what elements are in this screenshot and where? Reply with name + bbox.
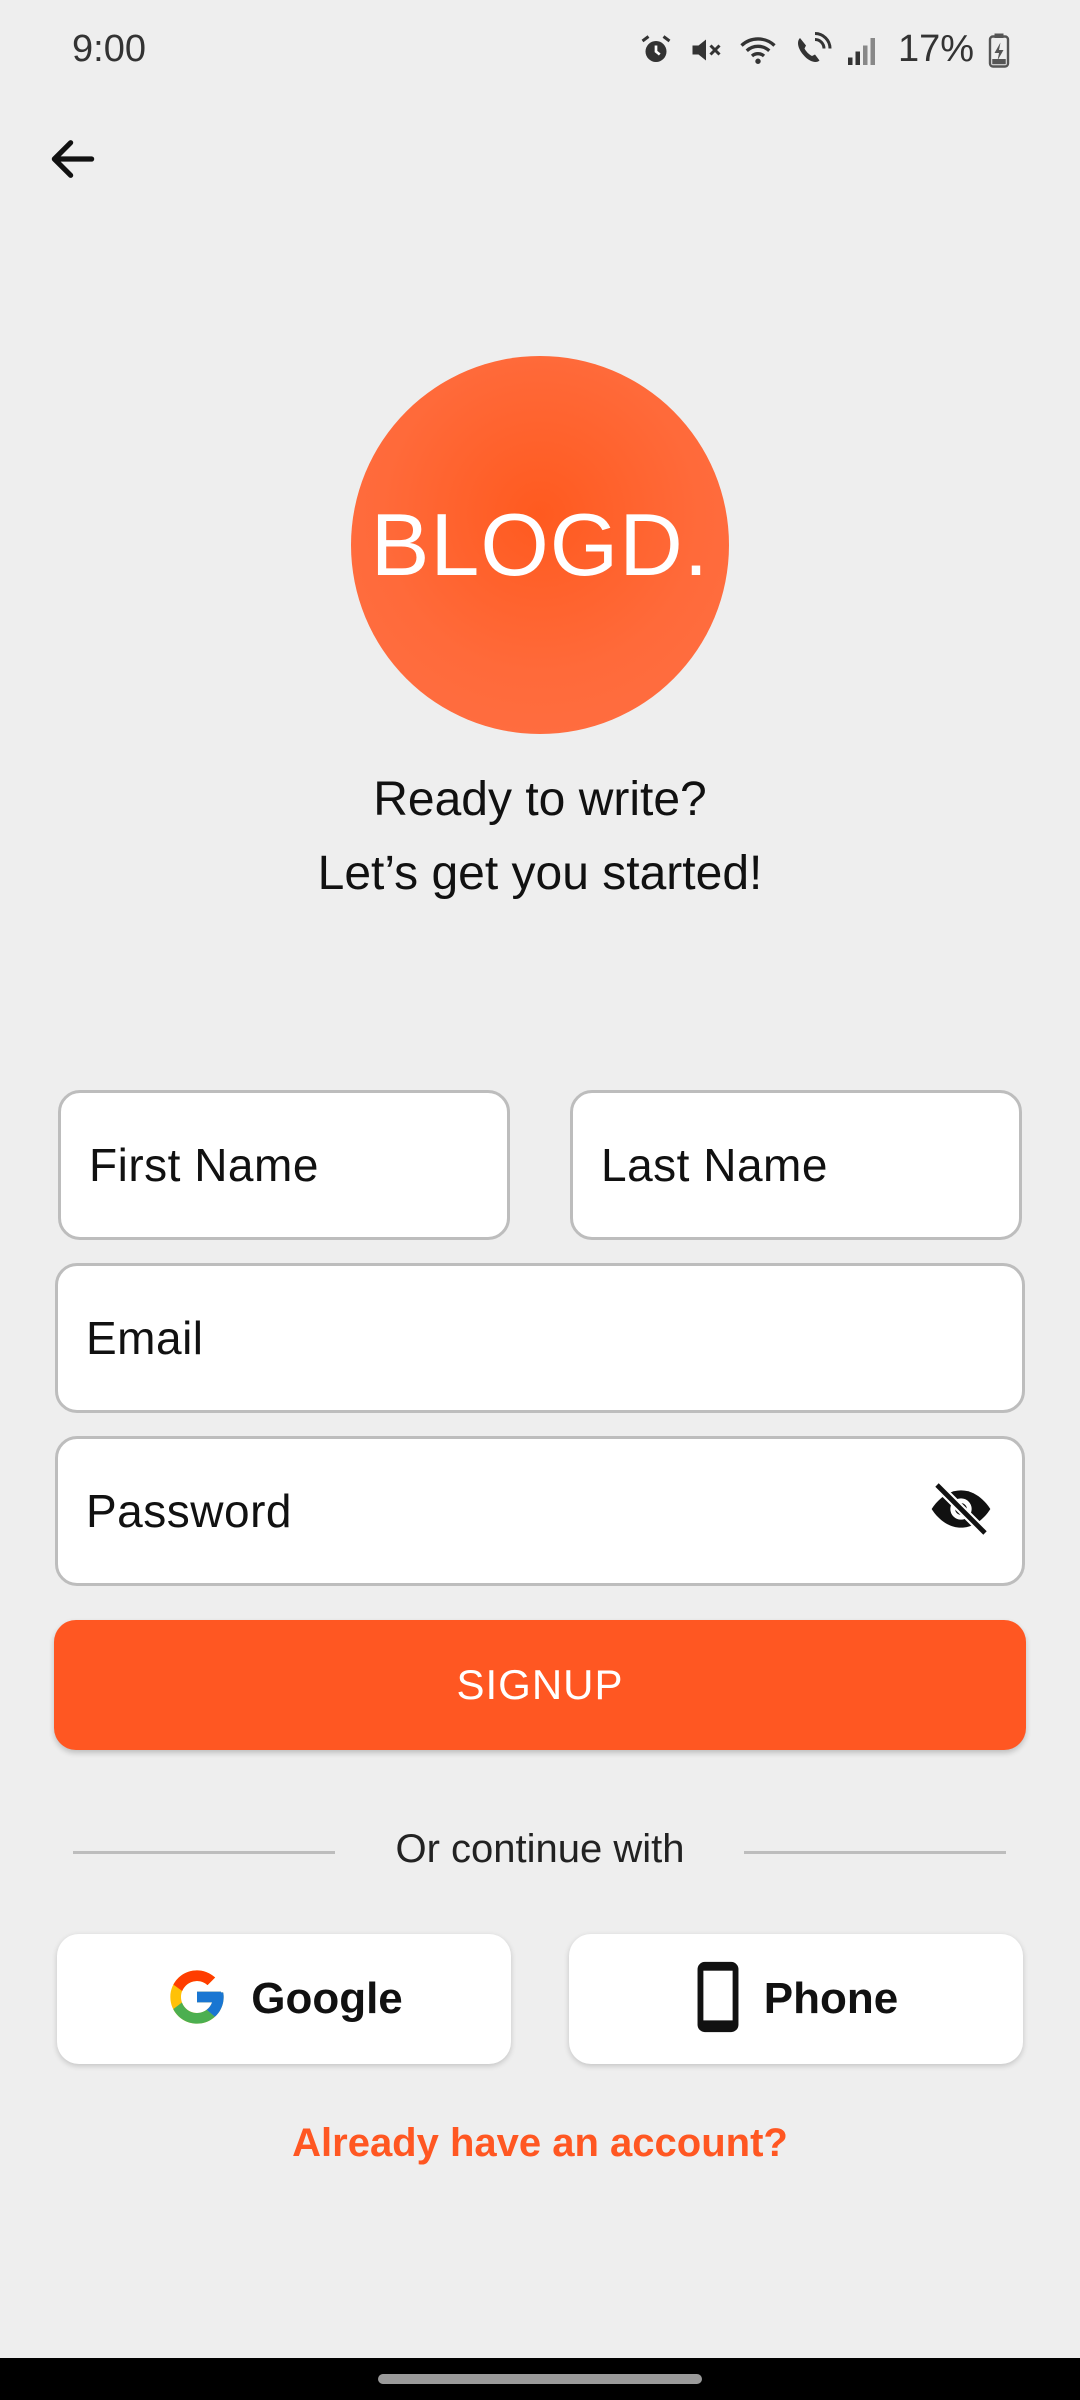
google-label: Google	[251, 1974, 403, 2023]
google-signin-button[interactable]: Google	[57, 1934, 511, 2064]
divider-line-right	[744, 1851, 1006, 1854]
last-name-placeholder: Last Name	[601, 1139, 828, 1191]
status-icons: 17%	[638, 28, 1010, 71]
signup-screen: 9:00 17% BLOGD. Ready to write? Let’s ge…	[0, 0, 1080, 2400]
eye-off-icon	[929, 1477, 993, 1546]
last-name-field[interactable]: Last Name	[570, 1090, 1022, 1240]
divider-text: Or continue with	[395, 1827, 685, 1871]
arrow-left-icon	[45, 131, 101, 192]
battery-percentage: 17%	[897, 28, 974, 70]
email-field[interactable]: Email	[55, 1263, 1025, 1413]
toggle-password-visibility-button[interactable]	[926, 1476, 996, 1546]
email-placeholder: Email	[86, 1312, 204, 1364]
tagline-line2: Let’s get you started!	[317, 847, 763, 900]
battery-charging-icon	[988, 32, 1010, 68]
wifi-icon	[738, 32, 778, 68]
google-icon	[165, 1965, 229, 2034]
status-time: 9:00	[72, 28, 146, 70]
logo-text: BLOGD.	[370, 495, 710, 594]
phone-signin-button[interactable]: Phone	[569, 1934, 1023, 2064]
first-name-placeholder: First Name	[89, 1139, 319, 1191]
alarm-icon	[638, 32, 674, 68]
status-bar: 9:00 17%	[0, 0, 1080, 100]
signup-button[interactable]: SIGNUP	[54, 1620, 1026, 1750]
tagline-line1: Ready to write?	[373, 773, 707, 826]
password-placeholder: Password	[86, 1485, 292, 1537]
phone-label: Phone	[763, 1974, 899, 2023]
app-logo: BLOGD.	[351, 356, 729, 734]
login-link[interactable]: Already have an account?	[0, 2121, 1080, 2166]
signal-icon	[846, 32, 880, 68]
wifi-calling-icon	[792, 31, 832, 68]
smartphone-icon	[694, 1959, 742, 2040]
password-field[interactable]: Password	[55, 1436, 1025, 1586]
first-name-field[interactable]: First Name	[58, 1090, 510, 1240]
home-handle[interactable]	[378, 2374, 702, 2384]
back-button[interactable]	[36, 124, 110, 198]
mute-icon	[688, 32, 724, 68]
